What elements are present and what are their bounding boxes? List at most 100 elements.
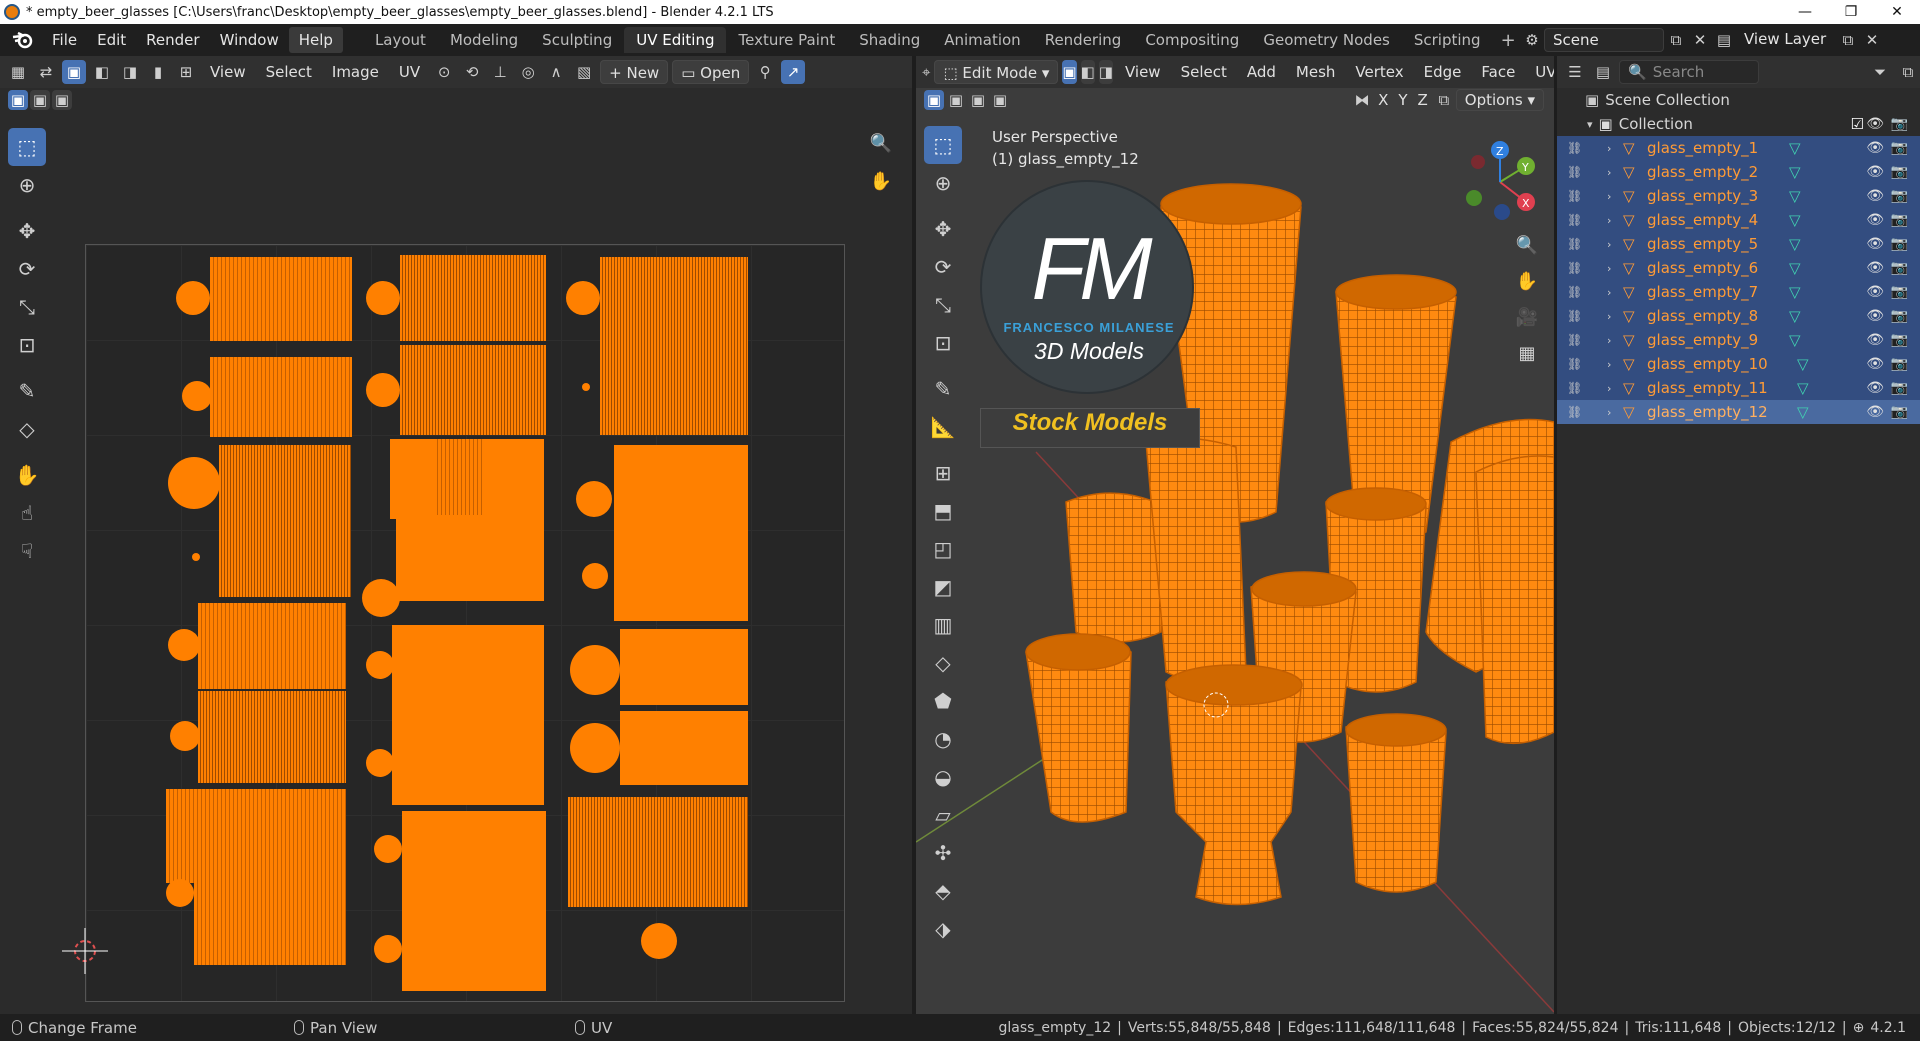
- add-cube-tool-icon[interactable]: ⊞: [924, 454, 962, 492]
- mesh-data-icon[interactable]: ▽: [1797, 403, 1809, 421]
- select-new-icon[interactable]: ▣: [8, 90, 28, 110]
- outliner-item[interactable]: ⛓ › ▽ glass_empty_3 ▽ 👁 📷: [1557, 184, 1920, 208]
- topology-mirror-icon[interactable]: ⧉: [1434, 90, 1454, 110]
- ortho-toggle-icon[interactable]: ▦: [1512, 338, 1542, 368]
- collection-render-icon[interactable]: 📷: [1891, 116, 1908, 132]
- collection-checkbox-icon[interactable]: ☑: [1851, 115, 1864, 133]
- annotate-tool-icon[interactable]: ✎: [8, 372, 46, 410]
- object-link-icon[interactable]: ⛓: [1567, 165, 1582, 179]
- new-scene-icon[interactable]: ⧉: [1664, 28, 1688, 52]
- rip-region-tool-icon[interactable]: ⬗: [924, 910, 962, 948]
- render-icon[interactable]: 📷: [1891, 332, 1908, 348]
- image-browse-icon[interactable]: ▧: [572, 60, 596, 84]
- visibility-icon[interactable]: 👁: [1866, 356, 1884, 372]
- render-icon[interactable]: 📷: [1891, 284, 1908, 300]
- mesh-data-icon[interactable]: ▽: [1789, 259, 1801, 277]
- item-expand-icon[interactable]: ›: [1607, 406, 1611, 419]
- spin-tool-icon[interactable]: ◔: [924, 720, 962, 758]
- blender-menu-icon[interactable]: [10, 27, 36, 53]
- loop-cut-tool-icon[interactable]: ▥: [924, 606, 962, 644]
- pin-icon[interactable]: ⚲: [753, 60, 777, 84]
- 2d-cursor-icon[interactable]: [62, 928, 108, 974]
- sync-selection-icon[interactable]: ⇄: [34, 60, 58, 84]
- vp-cursor-tool-icon[interactable]: ⊕: [924, 164, 962, 202]
- outliner-item[interactable]: ⛓ › ▽ glass_empty_4 ▽ 👁 📷: [1557, 208, 1920, 232]
- open-image-button[interactable]: ▭ Open: [672, 60, 750, 84]
- mode-selector[interactable]: ⬚ Edit Mode ▾: [934, 60, 1059, 84]
- shear-tool-icon[interactable]: ⬘: [924, 872, 962, 910]
- render-icon[interactable]: 📷: [1891, 164, 1908, 180]
- tab-sculpting[interactable]: Sculpting: [530, 27, 624, 53]
- item-expand-icon[interactable]: ›: [1607, 334, 1611, 347]
- mesh-data-icon[interactable]: ▽: [1789, 235, 1801, 253]
- uv-menu-image[interactable]: Image: [324, 60, 387, 84]
- vp-menu-view[interactable]: View: [1117, 60, 1169, 84]
- tab-layout[interactable]: Layout: [363, 27, 438, 53]
- vp-rotate-tool-icon[interactable]: ⟳: [924, 248, 962, 286]
- 3d-viewport[interactable]: ⌖ ⬚ Edit Mode ▾ ▣ ◧ ◨ View Select Add Me…: [916, 56, 1554, 1014]
- vp-pan-icon[interactable]: ✋: [1512, 266, 1542, 296]
- zoom-icon[interactable]: 🔍: [866, 128, 896, 158]
- visibility-icon[interactable]: 👁: [1866, 236, 1884, 252]
- visibility-icon[interactable]: 👁: [1866, 404, 1884, 420]
- face-mode-icon[interactable]: ◨: [1098, 60, 1113, 84]
- render-icon[interactable]: 📷: [1891, 308, 1908, 324]
- add-workspace-icon[interactable]: +: [1493, 30, 1524, 51]
- vp-menu-vertex[interactable]: Vertex: [1347, 60, 1411, 84]
- smooth-tool-icon[interactable]: ◒: [924, 758, 962, 796]
- mesh-data-icon[interactable]: ▽: [1797, 355, 1809, 373]
- knife-tool-icon[interactable]: ◇: [924, 644, 962, 682]
- minimize-icon[interactable]: —: [1782, 4, 1828, 20]
- vp-menu-mesh[interactable]: Mesh: [1288, 60, 1344, 84]
- falloff-icon[interactable]: ∧: [544, 60, 568, 84]
- mesh-data-icon[interactable]: ▽: [1789, 307, 1801, 325]
- object-link-icon[interactable]: ⛓: [1567, 237, 1582, 251]
- tab-shading[interactable]: Shading: [847, 27, 932, 53]
- item-expand-icon[interactable]: ›: [1607, 190, 1611, 203]
- outliner-item[interactable]: ⛓ › ▽ glass_empty_8 ▽ 👁 📷: [1557, 304, 1920, 328]
- mesh-data-icon[interactable]: ▽: [1789, 187, 1801, 205]
- viewport-editor-type-icon[interactable]: ⌖: [922, 60, 930, 84]
- pinch-tool-icon[interactable]: ☟: [8, 532, 46, 570]
- object-link-icon[interactable]: ⛓: [1567, 405, 1582, 419]
- uv-menu-view[interactable]: View: [202, 60, 254, 84]
- object-link-icon[interactable]: ⛓: [1567, 357, 1582, 371]
- mirror-y[interactable]: Y: [1394, 88, 1411, 112]
- menu-edit[interactable]: Edit: [87, 27, 136, 53]
- object-link-icon[interactable]: ⛓: [1567, 309, 1582, 323]
- view-layer-field[interactable]: View Layer: [1736, 28, 1836, 52]
- visibility-icon[interactable]: 👁: [1866, 284, 1884, 300]
- island-select-icon[interactable]: ▮: [146, 60, 170, 84]
- vertex-mode-icon[interactable]: ▣: [1062, 60, 1077, 84]
- mirror-z[interactable]: Z: [1414, 88, 1432, 112]
- delete-scene-icon[interactable]: ✕: [1688, 28, 1712, 52]
- vp-menu-face[interactable]: Face: [1473, 60, 1523, 84]
- close-icon[interactable]: ✕: [1874, 4, 1920, 20]
- tweak-tool-icon[interactable]: ⬚: [8, 128, 46, 166]
- outliner-editor-type-icon[interactable]: ☰: [1563, 60, 1587, 84]
- editor-type-icon[interactable]: ▦: [6, 60, 30, 84]
- vp-menu-uv[interactable]: UV: [1527, 60, 1554, 84]
- object-link-icon[interactable]: ⛓: [1567, 141, 1582, 155]
- vertex-select-icon[interactable]: ▣: [62, 60, 86, 84]
- render-icon[interactable]: 📷: [1891, 380, 1908, 396]
- item-expand-icon[interactable]: ›: [1607, 238, 1611, 251]
- delete-view-layer-icon[interactable]: ✕: [1860, 28, 1884, 52]
- move-tool-icon[interactable]: ✥: [8, 212, 46, 250]
- item-expand-icon[interactable]: ›: [1607, 166, 1611, 179]
- restore-icon[interactable]: ❐: [1828, 4, 1874, 20]
- edge-select-icon[interactable]: ◧: [90, 60, 114, 84]
- outliner-item[interactable]: ⛓ › ▽ glass_empty_12 ▽ 👁 📷: [1557, 400, 1920, 424]
- edge-slide-tool-icon[interactable]: ▱: [924, 796, 962, 834]
- scene-field[interactable]: Scene: [1544, 28, 1664, 52]
- face-select-icon[interactable]: ◨: [118, 60, 142, 84]
- item-expand-icon[interactable]: ›: [1607, 142, 1611, 155]
- vp-annotate-tool-icon[interactable]: ✎: [924, 370, 962, 408]
- outliner-item[interactable]: ⛓ › ▽ glass_empty_5 ▽ 👁 📷: [1557, 232, 1920, 256]
- cursor-tool-icon[interactable]: ⊕: [8, 166, 46, 204]
- uv-menu-uv[interactable]: UV: [391, 60, 428, 84]
- object-link-icon[interactable]: ⛓: [1567, 261, 1582, 275]
- collection-visibility-icon[interactable]: 👁: [1866, 116, 1884, 132]
- mesh-data-icon[interactable]: ▽: [1789, 283, 1801, 301]
- render-icon[interactable]: 📷: [1891, 260, 1908, 276]
